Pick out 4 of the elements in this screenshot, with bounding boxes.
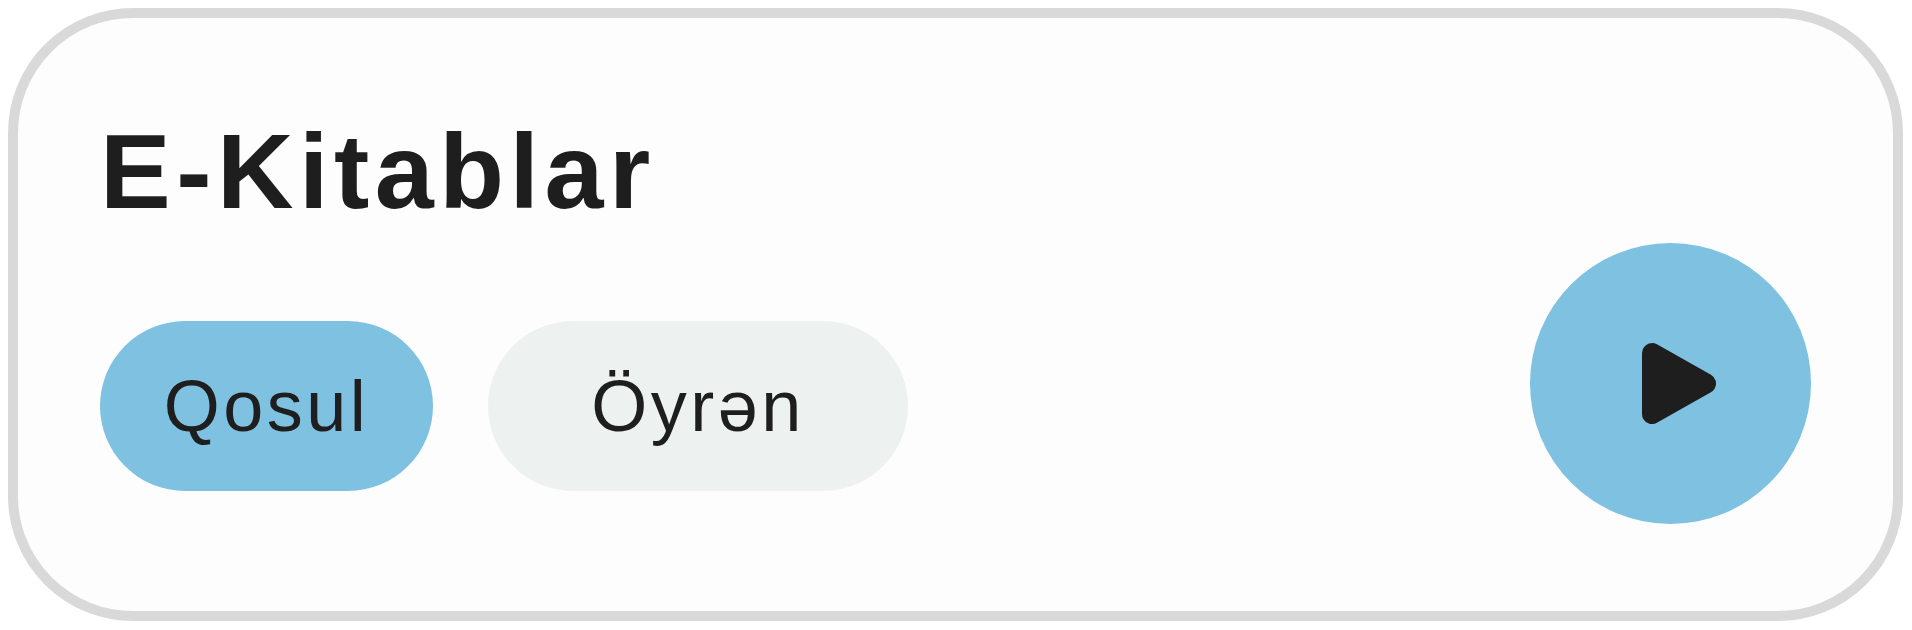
- learn-button[interactable]: Öyrən: [488, 321, 908, 491]
- play-icon: [1641, 343, 1716, 424]
- card-title: E-Kitablar: [100, 118, 656, 224]
- join-button[interactable]: Qosul: [100, 321, 433, 491]
